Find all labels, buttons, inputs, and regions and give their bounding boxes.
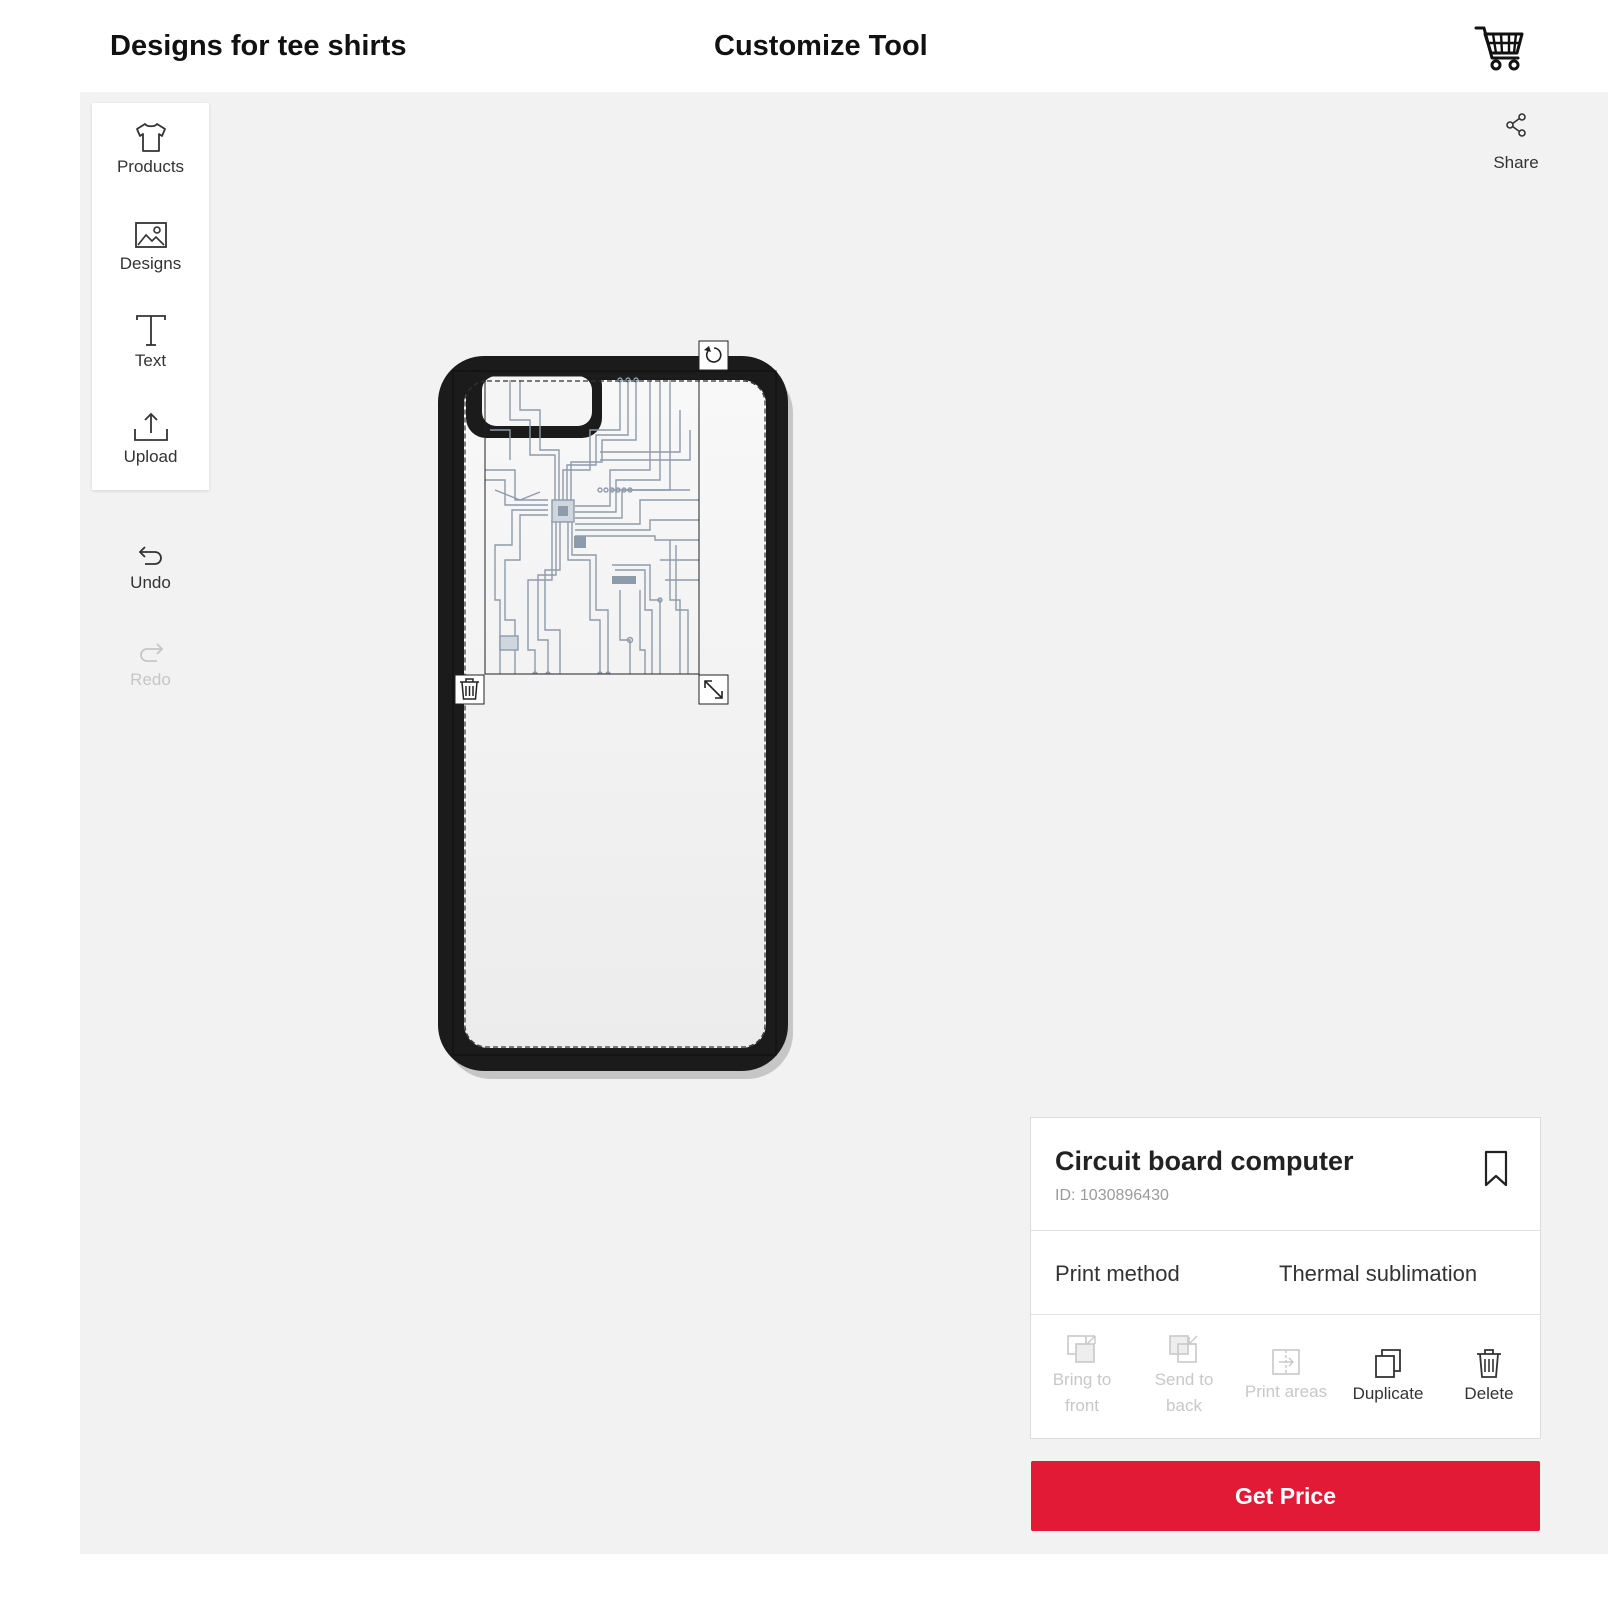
undo-label: Undo bbox=[130, 573, 171, 592]
print-method-label: Print method bbox=[1055, 1261, 1180, 1286]
redo-label: Redo bbox=[130, 670, 171, 689]
designs-tool[interactable]: Designs bbox=[92, 220, 209, 310]
design-details-panel: Circuit board computer ID: 1030896430 Pr… bbox=[1030, 1117, 1541, 1439]
design-header: Circuit board computer ID: 1030896430 bbox=[1031, 1118, 1540, 1231]
print-areas-icon bbox=[1272, 1349, 1300, 1375]
send-to-back-icon bbox=[1169, 1335, 1198, 1363]
redo-icon bbox=[139, 643, 163, 662]
bookmark-button[interactable] bbox=[1483, 1150, 1509, 1188]
share-icon bbox=[1506, 113, 1526, 137]
print-areas-label: Print areas bbox=[1244, 1382, 1328, 1401]
send-to-back-button[interactable]: Send to back bbox=[1133, 1333, 1235, 1433]
rotate-handle[interactable] bbox=[698, 340, 729, 371]
text-icon bbox=[135, 315, 166, 346]
tshirt-icon bbox=[135, 123, 166, 152]
design-id: ID: 1030896430 bbox=[1055, 1187, 1169, 1204]
design-name: Circuit board computer bbox=[1055, 1146, 1354, 1176]
products-tool[interactable]: Products bbox=[92, 121, 209, 211]
delete-button[interactable]: Delete bbox=[1438, 1347, 1540, 1447]
duplicate-button[interactable]: Duplicate bbox=[1337, 1347, 1439, 1447]
bring-to-front-button[interactable]: Bring to front bbox=[1031, 1333, 1133, 1433]
redo-button[interactable]: Redo bbox=[92, 640, 209, 720]
share-label: Share bbox=[1493, 153, 1539, 172]
image-icon bbox=[134, 222, 167, 248]
send-to-back-label: Send to back bbox=[1154, 1370, 1214, 1415]
text-tool[interactable]: Text bbox=[92, 313, 209, 403]
resize-handle[interactable] bbox=[698, 674, 729, 705]
undo-icon bbox=[138, 546, 162, 565]
trash-icon bbox=[460, 678, 479, 700]
duplicate-label: Duplicate bbox=[1352, 1384, 1424, 1403]
bring-to-front-icon bbox=[1067, 1335, 1096, 1363]
duplicate-icon bbox=[1375, 1349, 1401, 1378]
phone-case bbox=[438, 356, 793, 1079]
bring-to-front-label: Bring to front bbox=[1052, 1370, 1112, 1415]
print-method-value: Thermal sublimation bbox=[1279, 1261, 1478, 1286]
tool-sidebar: Products Designs Text Upload bbox=[92, 103, 209, 490]
products-tool-label: Products bbox=[116, 157, 185, 176]
share-button[interactable]: Share bbox=[1484, 112, 1548, 182]
bookmark-icon bbox=[1484, 1150, 1508, 1187]
text-tool-label: Text bbox=[134, 351, 167, 370]
upload-icon bbox=[133, 412, 168, 441]
delete-handle[interactable] bbox=[454, 674, 485, 705]
print-method-row: Print method Thermal sublimation bbox=[1031, 1231, 1540, 1315]
undo-button[interactable]: Undo bbox=[92, 543, 209, 623]
upload-tool-label: Upload bbox=[123, 447, 178, 466]
trash-icon bbox=[1477, 1349, 1501, 1378]
print-areas-button[interactable]: Print areas bbox=[1235, 1347, 1337, 1447]
design-actions: Bring tofront Send toback Print areas bbox=[1031, 1315, 1540, 1438]
delete-label: Delete bbox=[1464, 1384, 1514, 1403]
designs-tool-label: Designs bbox=[119, 254, 182, 273]
upload-tool[interactable]: Upload bbox=[92, 411, 209, 501]
get-price-button[interactable]: Get Price bbox=[1031, 1461, 1540, 1531]
